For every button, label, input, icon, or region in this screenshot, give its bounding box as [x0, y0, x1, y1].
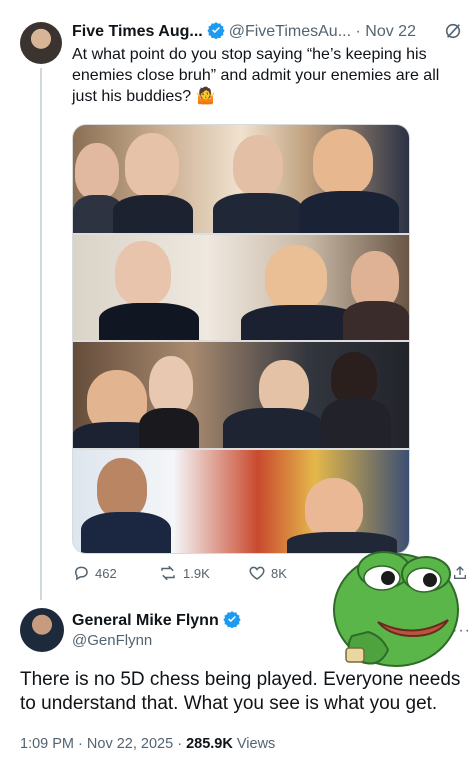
- avatar-five-times-august[interactable]: [20, 22, 62, 64]
- verified-badge-icon: [207, 21, 225, 44]
- views-count: 285.9K: [186, 736, 233, 752]
- pepe-meme-sticker: [318, 540, 468, 675]
- repost-button[interactable]: 1.9K: [158, 564, 210, 582]
- reply-time[interactable]: 1:09 PM: [20, 736, 74, 752]
- post-author-name[interactable]: Five Times Aug...: [72, 23, 203, 40]
- reply-text: There is no 5D chess being played. Every…: [20, 669, 461, 714]
- photo-panel-2: [73, 235, 409, 340]
- verified-badge-icon: [223, 610, 241, 633]
- post-separator: ·: [355, 23, 361, 40]
- photo-panel-1: [73, 125, 409, 233]
- reply-date[interactable]: Nov 22, 2025: [87, 736, 173, 752]
- reply-header: General Mike Flynn: [72, 610, 245, 633]
- views-label: Views: [236, 736, 276, 752]
- post-date[interactable]: Nov 22: [365, 23, 416, 40]
- grok-icon[interactable]: [444, 22, 462, 45]
- like-count: 8K: [271, 565, 287, 581]
- reply-button[interactable]: 462: [72, 564, 117, 582]
- meta-separator: ·: [78, 736, 83, 752]
- thread-connector-line: [40, 68, 42, 600]
- post-header: Five Times Aug... @FiveTimesAu... · Nov 2…: [72, 21, 462, 44]
- repost-count: 1.9K: [183, 565, 210, 581]
- photo-panel-3: [73, 342, 409, 448]
- like-button[interactable]: 8K: [248, 564, 287, 582]
- reply-author-name[interactable]: General Mike Flynn: [72, 612, 219, 629]
- meta-separator: ·: [177, 736, 183, 752]
- reply-icon: [74, 566, 88, 581]
- post-text: At what point do you stop saying “he’s k…: [72, 46, 440, 105]
- reply-count: 462: [95, 565, 117, 581]
- reply-metadata: 1:09 PM · Nov 22, 2025 · 285.9K Views: [20, 736, 275, 752]
- repost-icon: [161, 565, 175, 581]
- post-author-handle[interactable]: @FiveTimesAu...: [229, 23, 351, 40]
- post-media-collage[interactable]: [72, 124, 410, 554]
- photo-panel-4: [73, 450, 409, 553]
- reply-author-handle[interactable]: @GenFlynn: [72, 632, 152, 649]
- like-icon: [249, 566, 265, 580]
- avatar-general-mike-flynn[interactable]: [20, 608, 64, 652]
